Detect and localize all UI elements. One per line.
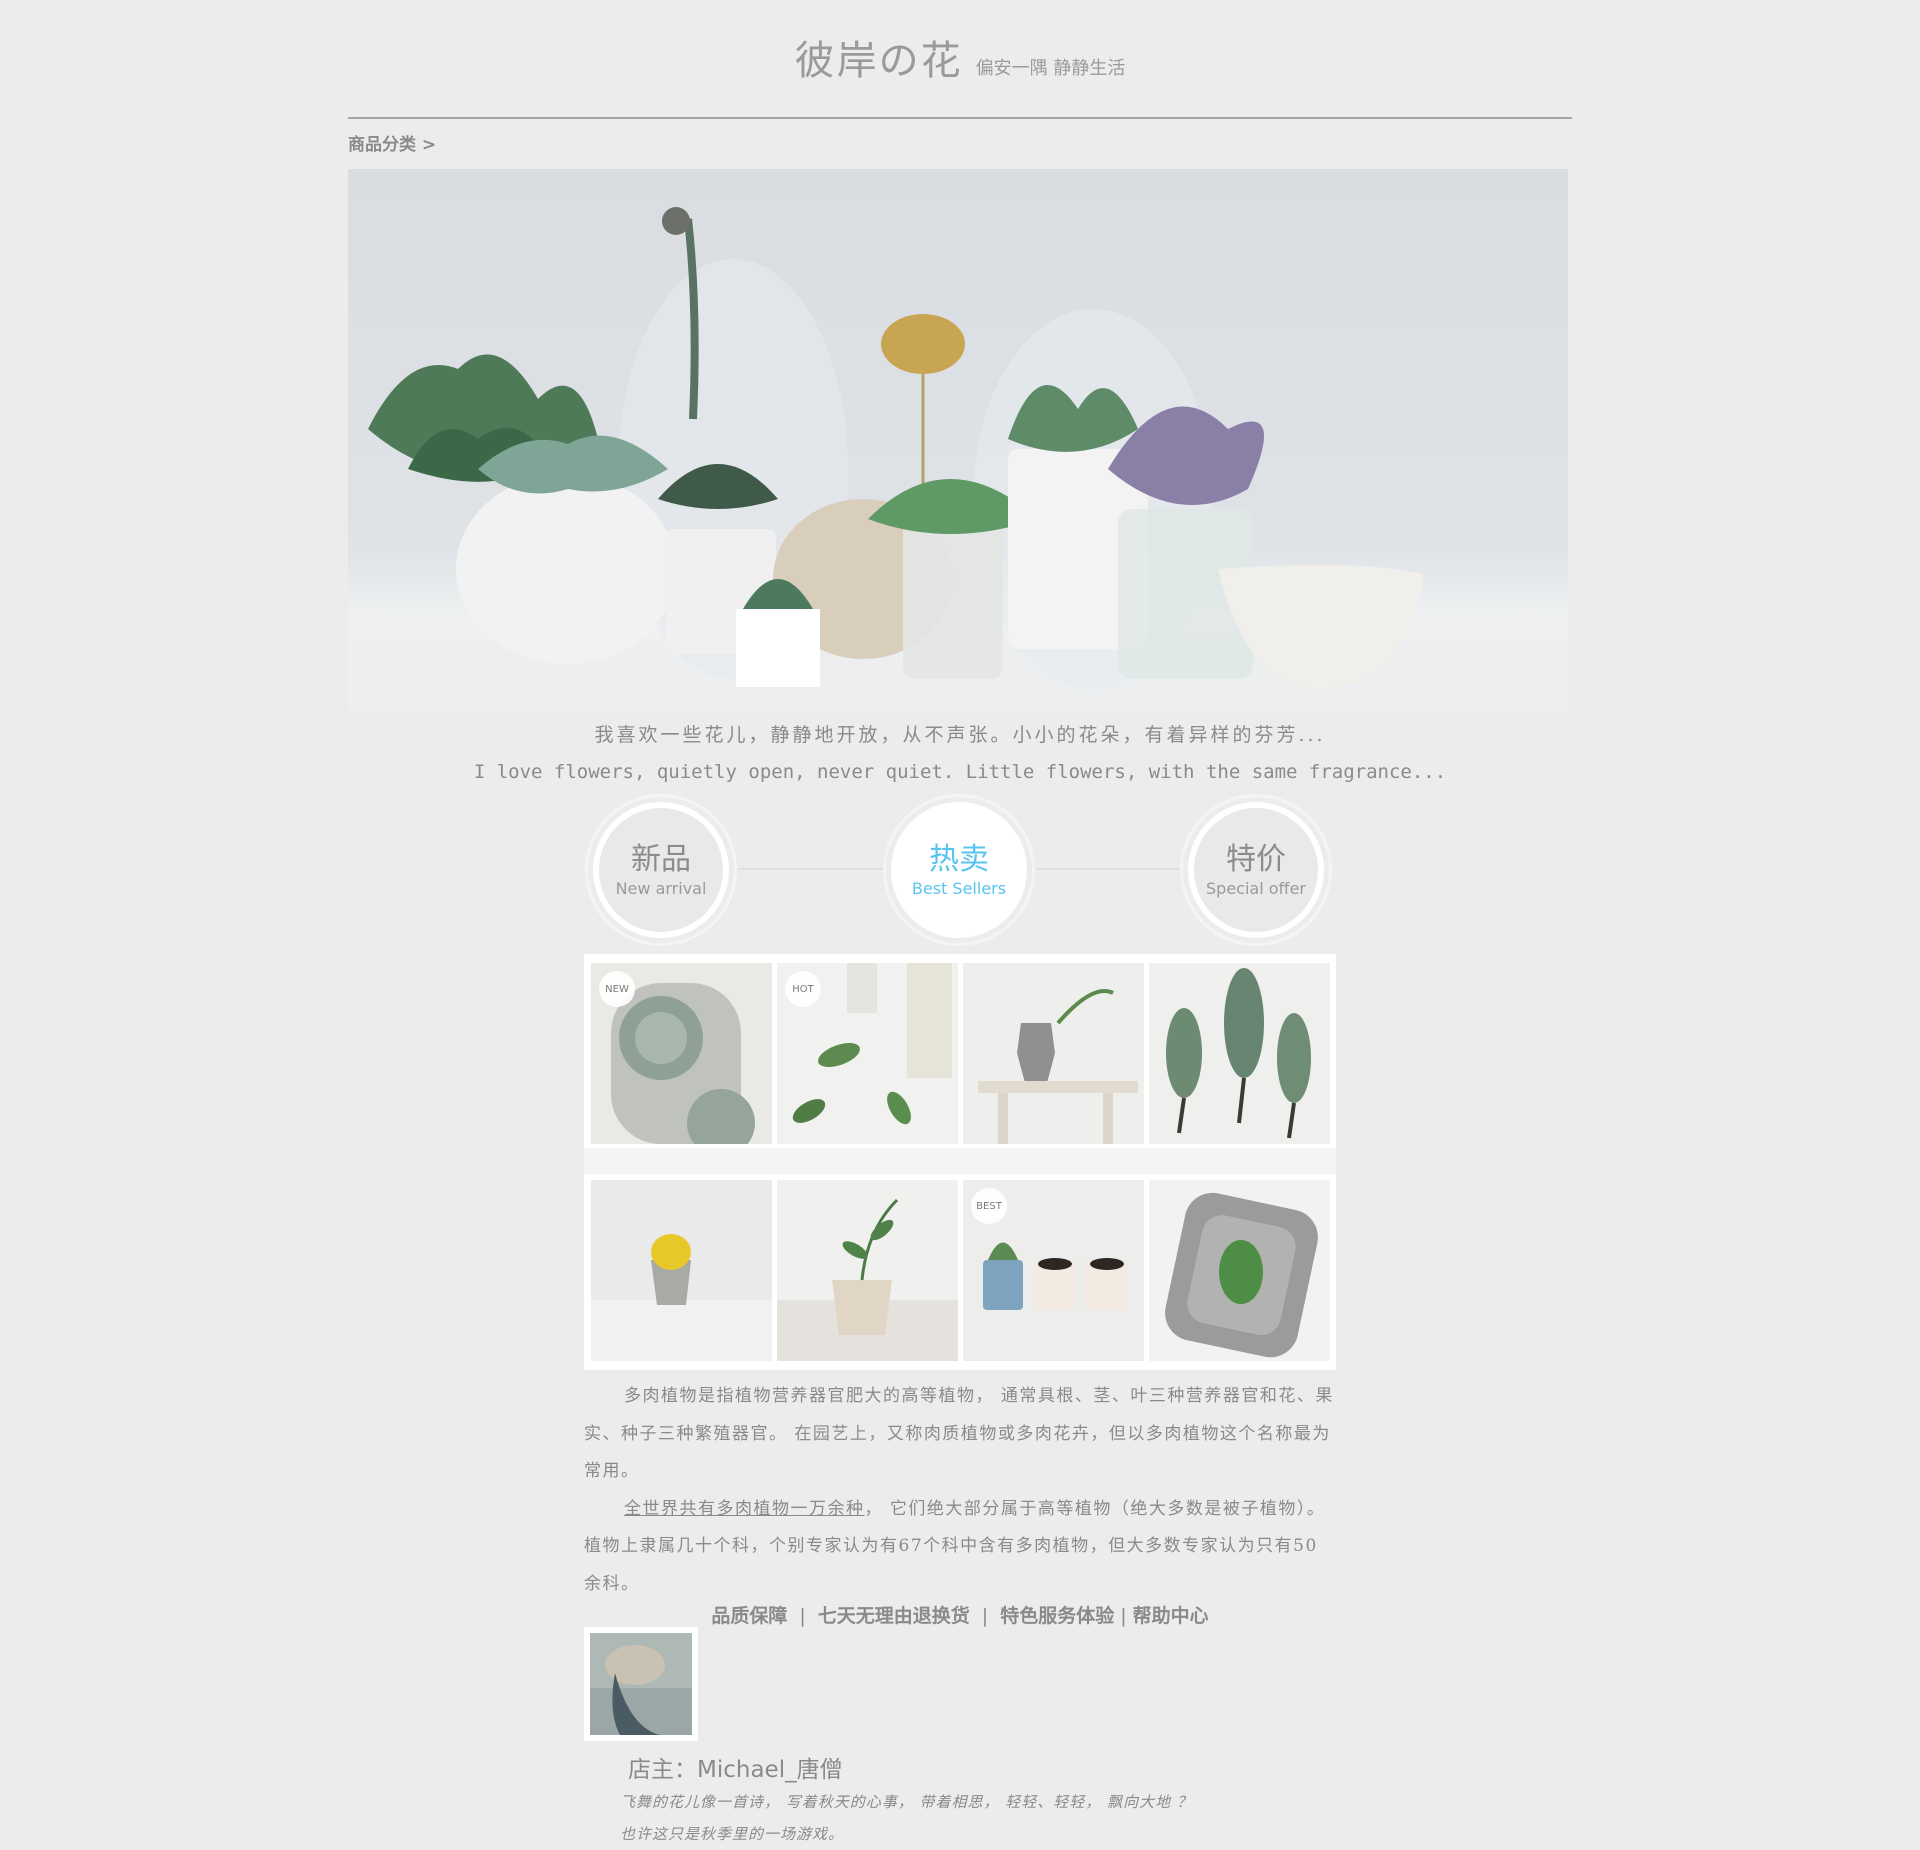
footer-separator: | bbox=[799, 1605, 806, 1627]
category-connector bbox=[1036, 868, 1182, 870]
footer-link-returns[interactable]: 七天无理由退换货 bbox=[818, 1605, 970, 1627]
intro: 我喜欢一些花儿，静静地开放，从不声张。小小的花朵，有着异样的芬芳... I lo… bbox=[348, 717, 1572, 791]
intro-english: I love flowers, quietly open, never quie… bbox=[473, 761, 1447, 783]
product-tile[interactable] bbox=[777, 1180, 958, 1361]
footer-link-quality[interactable]: 品质保障 bbox=[711, 1605, 787, 1627]
banner-plants-image bbox=[348, 207, 1568, 711]
product-tile[interactable] bbox=[591, 1180, 772, 1361]
product-badge: NEW bbox=[599, 971, 635, 1007]
owner-quote: 飞舞的花儿像一首诗， 写着秋天的心事， 带着相思， 轻轻、轻轻， 飘向大地 ？ … bbox=[620, 1786, 1320, 1850]
product-grid: NEW HOT BEST bbox=[584, 954, 1336, 1370]
category-special-offer[interactable]: 特价 Special offer bbox=[1180, 794, 1332, 946]
footer-link-help[interactable]: 帮助中心 bbox=[1133, 1605, 1209, 1627]
header-divider bbox=[348, 117, 1572, 119]
product-badge: HOT bbox=[785, 971, 821, 1007]
site-header: 彼岸の花 偏安一隅 静静生活 bbox=[0, 0, 1920, 86]
product-tile[interactable]: NEW bbox=[591, 963, 772, 1144]
banner-carousel[interactable] bbox=[348, 169, 1568, 711]
description-paragraph-2: 全世界共有多肉植物一万余种， 它们绝大部分属于高等植物（绝大多数是被子植物）。 … bbox=[584, 1491, 1336, 1604]
owner-photo bbox=[590, 1633, 692, 1735]
owner-quote-line-2: 也许这只是秋季里的一场游戏。 bbox=[620, 1825, 845, 1843]
lemon-in-pot-photo bbox=[591, 1180, 772, 1361]
description-paragraph-1: 多肉植物是指植物营养器官肥大的高等植物， 通常具根、茎、叶三种营养器官和花、果实… bbox=[584, 1386, 1334, 1481]
product-badge: BEST bbox=[971, 1188, 1007, 1224]
category-label-cn: 特价 bbox=[1226, 841, 1286, 877]
product-tile[interactable]: HOT bbox=[777, 963, 958, 1144]
site-title[interactable]: 彼岸の花 bbox=[795, 38, 963, 84]
category-label-cn: 热卖 bbox=[929, 841, 989, 877]
product-row-1: NEW HOT bbox=[591, 963, 1330, 1144]
footer-link-services[interactable]: 特色服务体验 bbox=[1000, 1605, 1114, 1627]
avatar[interactable] bbox=[584, 1627, 698, 1741]
product-row-2: BEST bbox=[591, 1180, 1330, 1361]
footer-separator: | bbox=[1120, 1605, 1127, 1627]
intro-chinese: 我喜欢一些花儿，静静地开放，从不声张。小小的花朵，有着异样的芬芳... bbox=[594, 724, 1326, 746]
site-subtitle: 偏安一隅 静静生活 bbox=[975, 58, 1126, 79]
footer-separator: | bbox=[981, 1605, 989, 1627]
category-label-cn: 新品 bbox=[631, 841, 691, 877]
category-label-en: New arrival bbox=[615, 878, 707, 898]
product-tile[interactable]: BEST bbox=[963, 1180, 1144, 1361]
product-tile[interactable] bbox=[1149, 963, 1330, 1144]
uprooted-succulents-photo bbox=[1149, 963, 1330, 1144]
category-best-sellers[interactable]: 热卖 Best Sellers bbox=[883, 794, 1035, 946]
footer-nav: 品质保障 | 七天无理由退换货 | 特色服务体验 | 帮助中心 bbox=[584, 1601, 1336, 1628]
category-new-arrival[interactable]: 新品 New arrival bbox=[585, 794, 737, 946]
owner-quote-line-1: 飞舞的花儿像一首诗， 写着秋天的心事， 带着相思， 轻轻、轻轻， 飘向大地 ？ bbox=[620, 1793, 1193, 1811]
owner-name: 店主：Michael_唐僧 bbox=[628, 1757, 843, 1783]
moka-pot-on-stool-photo bbox=[963, 963, 1144, 1144]
potted-sprout-photo bbox=[777, 1180, 958, 1361]
leaf-on-concrete-tray-photo bbox=[1149, 1180, 1330, 1361]
breadcrumb-category[interactable]: 商品分类 > bbox=[348, 130, 436, 155]
succulent-species-link[interactable]: 全世界共有多肉植物一万余种 bbox=[624, 1499, 865, 1519]
category-connector bbox=[738, 868, 884, 870]
description: 多肉植物是指植物营养器官肥大的高等植物， 通常具根、茎、叶三种营养器官和花、果实… bbox=[584, 1378, 1336, 1603]
page: 彼岸の花 偏安一隅 静静生活 商品分类 > 我喜欢一些花儿，静静地开放，从不声张… bbox=[0, 0, 1920, 1850]
product-tile[interactable] bbox=[1149, 1180, 1330, 1361]
grid-divider bbox=[584, 1148, 1336, 1174]
category-label-en: Special offer bbox=[1206, 878, 1306, 898]
category-label-en: Best Sellers bbox=[911, 878, 1007, 898]
product-tile[interactable] bbox=[963, 963, 1144, 1144]
